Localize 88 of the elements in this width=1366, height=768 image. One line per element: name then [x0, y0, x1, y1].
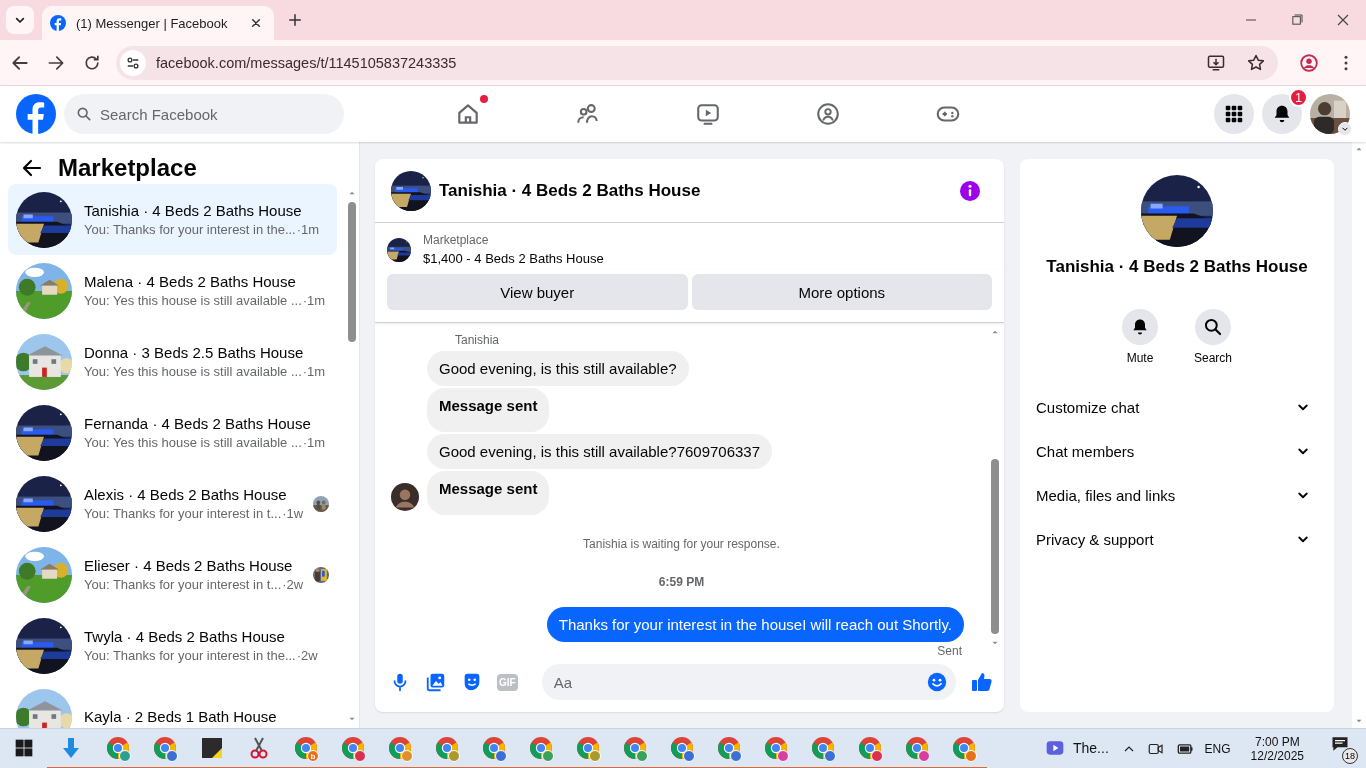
- facebook-logo[interactable]: [16, 94, 56, 134]
- taskbar-button[interactable]: The...: [987, 729, 1119, 768]
- timestamp: ·1m: [302, 293, 326, 308]
- account-menu-button[interactable]: [1338, 122, 1352, 136]
- groups-icon[interactable]: [815, 101, 841, 127]
- image-icon[interactable]: [425, 671, 447, 693]
- video-app-icon: [1045, 738, 1065, 758]
- notification-count: 18: [1342, 747, 1358, 764]
- conversation-title: Fernanda · 4 Beds 2 Baths House: [84, 415, 312, 432]
- chat-title: Tanishia · 4 Beds 2 Baths House: [1046, 257, 1308, 277]
- thumbs-up-icon[interactable]: [970, 670, 994, 694]
- search-field[interactable]: Search Facebook: [64, 94, 344, 134]
- windows-logo[interactable]: [13, 738, 34, 758]
- browser-icon: [293, 736, 318, 760]
- conversation-item[interactable]: Donna · 3 Beds 2.5 Baths House You: Yes this house is still available ...·1m: [8, 326, 337, 397]
- menu-button[interactable]: [1214, 94, 1254, 134]
- message-preview: You: Yes this house is still available ...: [84, 293, 302, 308]
- section-toggle[interactable]: Media, files and links: [1036, 473, 1318, 517]
- conversation-title: Kayla · 2 Beds 1 Bath House: [84, 708, 278, 725]
- chat-title: Tanishia · 4 Beds 2 Baths House: [439, 180, 701, 201]
- language-indicator[interactable]: ENG: [1204, 741, 1231, 756]
- section-toggle[interactable]: Chat members: [1036, 429, 1318, 473]
- action-label: Mute: [1126, 351, 1154, 365]
- play-icon[interactable]: [695, 101, 721, 127]
- sticky-notes-icon: [199, 736, 224, 760]
- profile-badge: b: [307, 750, 319, 762]
- timestamp: ·1m: [296, 222, 320, 237]
- search-button[interactable]: [1195, 309, 1231, 345]
- section-toggle[interactable]: Privacy & support: [1036, 517, 1318, 561]
- notification-center-button[interactable]: 18: [1324, 729, 1360, 768]
- scroll-thumb[interactable]: [348, 202, 356, 342]
- tab-search-button[interactable]: [6, 6, 34, 34]
- message-bubble: Message sent: [427, 471, 550, 515]
- message-field[interactable]: Aa: [541, 664, 956, 700]
- message-bubble: Message sent: [427, 388, 550, 432]
- clock[interactable]: 7:00 PM 12/2/2025: [1250, 734, 1304, 763]
- listing-label: Marketplace: [423, 233, 490, 247]
- new-tab-icon[interactable]: [286, 11, 304, 29]
- chat-notice: Tanishia is waiting for your response.: [582, 537, 781, 551]
- conversation-item[interactable]: Twyla · 4 Beds 2 Baths House You: Thanks for your interest in the...·2w: [8, 610, 337, 681]
- timestamp: ·1w: [282, 506, 304, 521]
- message-preview: You: Thanks for your interest in t...: [84, 577, 282, 592]
- search-icon: [1203, 317, 1223, 337]
- scroll-thumb[interactable]: [991, 459, 999, 634]
- message-preview: You: Yes this house is still available ...: [84, 435, 302, 450]
- profile-icon[interactable]: [1298, 51, 1320, 74]
- message-preview: You: Yes this house is still available ...: [84, 364, 302, 379]
- sidebar-title: Marketplace: [58, 154, 197, 182]
- emoji-icon[interactable]: [926, 671, 948, 693]
- search-icon: [76, 106, 92, 122]
- conversation-title: Alexis · 4 Beds 2 Baths House: [84, 486, 288, 503]
- timestamp: ·2w: [296, 648, 318, 663]
- listing-title: $1,400 - 4 Beds 2 Baths House: [423, 251, 604, 266]
- address-bar[interactable]: facebook.com/messages/t/1145105837243335: [116, 45, 1278, 80]
- message-bubble: Good evening, is this still available?: [427, 351, 689, 386]
- conversation-item[interactable]: Alexis · 4 Beds 2 Baths House You: Thanks for your interest in t...·1w: [8, 468, 337, 539]
- timestamp: 6:59 PM: [657, 575, 706, 589]
- house-icon[interactable]: [455, 101, 481, 127]
- bookmark-star-icon[interactable]: [1246, 52, 1266, 73]
- message-status: Sent: [937, 644, 962, 658]
- message-preview: You: Thanks for your interest in t...: [84, 506, 282, 521]
- conversation-title: Elieser · 4 Beds 2 Baths House: [84, 557, 294, 574]
- message-preview: You: Thanks for your interest in the...: [84, 648, 296, 663]
- conversation-item[interactable]: Tanishia · 4 Beds 2 Baths House You: Thanks for your interest in the...·1m: [8, 184, 337, 255]
- conversation-title: Malena · 4 Beds 2 Baths House: [84, 273, 297, 290]
- favicon-icon: [50, 15, 66, 31]
- conversation-item[interactable]: Elieser · 4 Beds 2 Baths House You: Thanks for your interest in t...·2w: [8, 539, 337, 610]
- message-bubble: Thanks for your interest in the houseI will reach out Shortly.: [546, 607, 964, 642]
- conversation-title: Twyla · 4 Beds 2 Baths House: [84, 628, 286, 645]
- info-icon[interactable]: [958, 178, 982, 203]
- browser-tab[interactable]: (1) Messenger | Facebook: [42, 6, 274, 40]
- action-button[interactable]: View buyer: [387, 274, 688, 310]
- conversation-item[interactable]: Fernanda · 4 Beds 2 Baths House You: Yes this house is still available ...·1m: [8, 397, 337, 468]
- grid-icon: [1223, 103, 1245, 125]
- timestamp: ·2w: [282, 577, 304, 592]
- bell-button[interactable]: [1122, 309, 1158, 345]
- message-bubble: Good evening, is this still available?7609706337: [427, 434, 773, 469]
- section-toggle[interactable]: Customize chat: [1036, 385, 1318, 429]
- message-preview: You: Thanks for your interest in the...: [84, 222, 296, 237]
- conversation-title: Donna · 3 Beds 2.5 Baths House: [84, 344, 305, 361]
- notification-count: 1: [1289, 88, 1308, 107]
- sender-name: Tanishia: [455, 333, 501, 347]
- action-label: Search: [1194, 351, 1232, 365]
- action-button[interactable]: More options: [691, 274, 992, 310]
- conversation-title: Tanishia · 4 Beds 2 Baths House: [84, 202, 303, 219]
- timestamp: ·1m: [302, 364, 326, 379]
- conversation-item[interactable]: Malena · 4 Beds 2 Baths House You: Yes this house is still available ...·1m: [8, 255, 337, 326]
- timestamp: ·1m: [302, 435, 326, 450]
